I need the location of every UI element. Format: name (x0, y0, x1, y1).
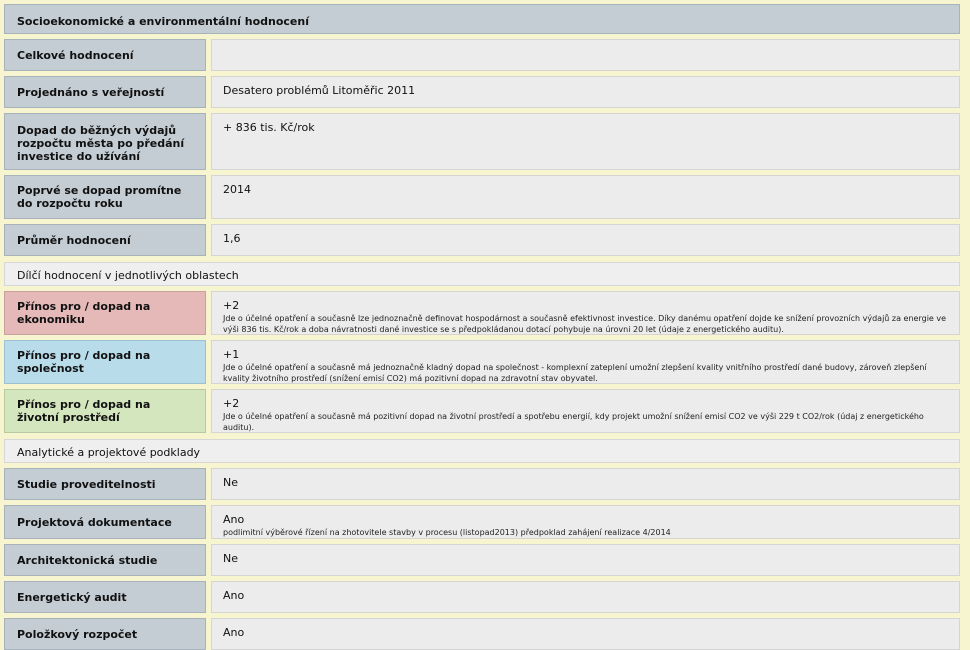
row-area-environment: Přínos pro / dopad na životní prostředí … (4, 389, 960, 433)
row-label: Projektová dokumentace (4, 505, 206, 539)
row-value: Ano (211, 618, 960, 650)
row-value: Ne (211, 468, 960, 500)
row-value: +2 Jde o účelné opatření a současně má p… (211, 389, 960, 433)
subheader-areas: Dílčí hodnocení v jednotlivých oblastech (4, 262, 960, 286)
row-public-discussion: Projednáno s veřejností Desatero problém… (4, 76, 960, 108)
row-itemized-budget: Položkový rozpočet Ano (4, 618, 960, 650)
row-value: 2014 (211, 175, 960, 219)
row-label: Průměr hodnocení (4, 224, 206, 256)
section-header: Socioekonomické a environmentální hodnoc… (4, 4, 960, 34)
row-value: +2 Jde o účelné opatření a současně lze … (211, 291, 960, 335)
area-score: +2 (223, 397, 240, 410)
row-value: Ano podlimitní výběrové řízení na zhotov… (211, 505, 960, 539)
row-energy-audit: Energetický audit Ano (4, 581, 960, 613)
area-note: Jde o účelné opatření a současně má jedn… (223, 363, 927, 383)
row-overall-rating: Celkové hodnocení (4, 39, 960, 71)
row-label: Přínos pro / dopad na ekonomiku (4, 291, 206, 335)
row-label: Položkový rozpočet (4, 618, 206, 650)
row-first-budget-year: Poprvé se dopad promítne do rozpočtu rok… (4, 175, 960, 219)
row-project-documentation: Projektová dokumentace Ano podlimitní vý… (4, 505, 960, 539)
row-budget-impact: Dopad do běžných výdajů rozpočtu města p… (4, 113, 960, 170)
row-average-rating: Průměr hodnocení 1,6 (4, 224, 960, 256)
area-note: Jde o účelné opatření a současně má pozi… (223, 412, 924, 432)
area-score: +2 (223, 299, 240, 312)
row-label: Projednáno s veřejností (4, 76, 206, 108)
row-value: +1 Jde o účelné opatření a současně má j… (211, 340, 960, 384)
row-area-society: Přínos pro / dopad na společnost +1 Jde … (4, 340, 960, 384)
row-label: Architektonická studie (4, 544, 206, 576)
row-label: Energetický audit (4, 581, 206, 613)
row-label: Přínos pro / dopad na společnost (4, 340, 206, 384)
row-label: Celkové hodnocení (4, 39, 206, 71)
row-value (211, 39, 960, 71)
row-label: Dopad do běžných výdajů rozpočtu města p… (4, 113, 206, 170)
row-value: Ano (211, 581, 960, 613)
doc-note: podlimitní výběrové řízení na zhotovitel… (223, 528, 671, 537)
row-feasibility-study: Studie proveditelnosti Ne (4, 468, 960, 500)
row-value: Ne (211, 544, 960, 576)
subheader-docs: Analytické a projektové podklady (4, 439, 960, 463)
row-label: Přínos pro / dopad na životní prostředí (4, 389, 206, 433)
row-architectural-study: Architektonická studie Ne (4, 544, 960, 576)
evaluation-page: Socioekonomické a environmentální hodnoc… (0, 0, 970, 650)
row-value: Desatero problémů Litoměřic 2011 (211, 76, 960, 108)
row-label: Poprvé se dopad promítne do rozpočtu rok… (4, 175, 206, 219)
row-label: Studie proveditelnosti (4, 468, 206, 500)
area-score: +1 (223, 348, 240, 361)
row-area-economy: Přínos pro / dopad na ekonomiku +2 Jde o… (4, 291, 960, 335)
area-note: Jde o účelné opatření a současně lze jed… (223, 314, 947, 334)
row-value: + 836 tis. Kč/rok (211, 113, 960, 170)
row-value: 1,6 (211, 224, 960, 256)
